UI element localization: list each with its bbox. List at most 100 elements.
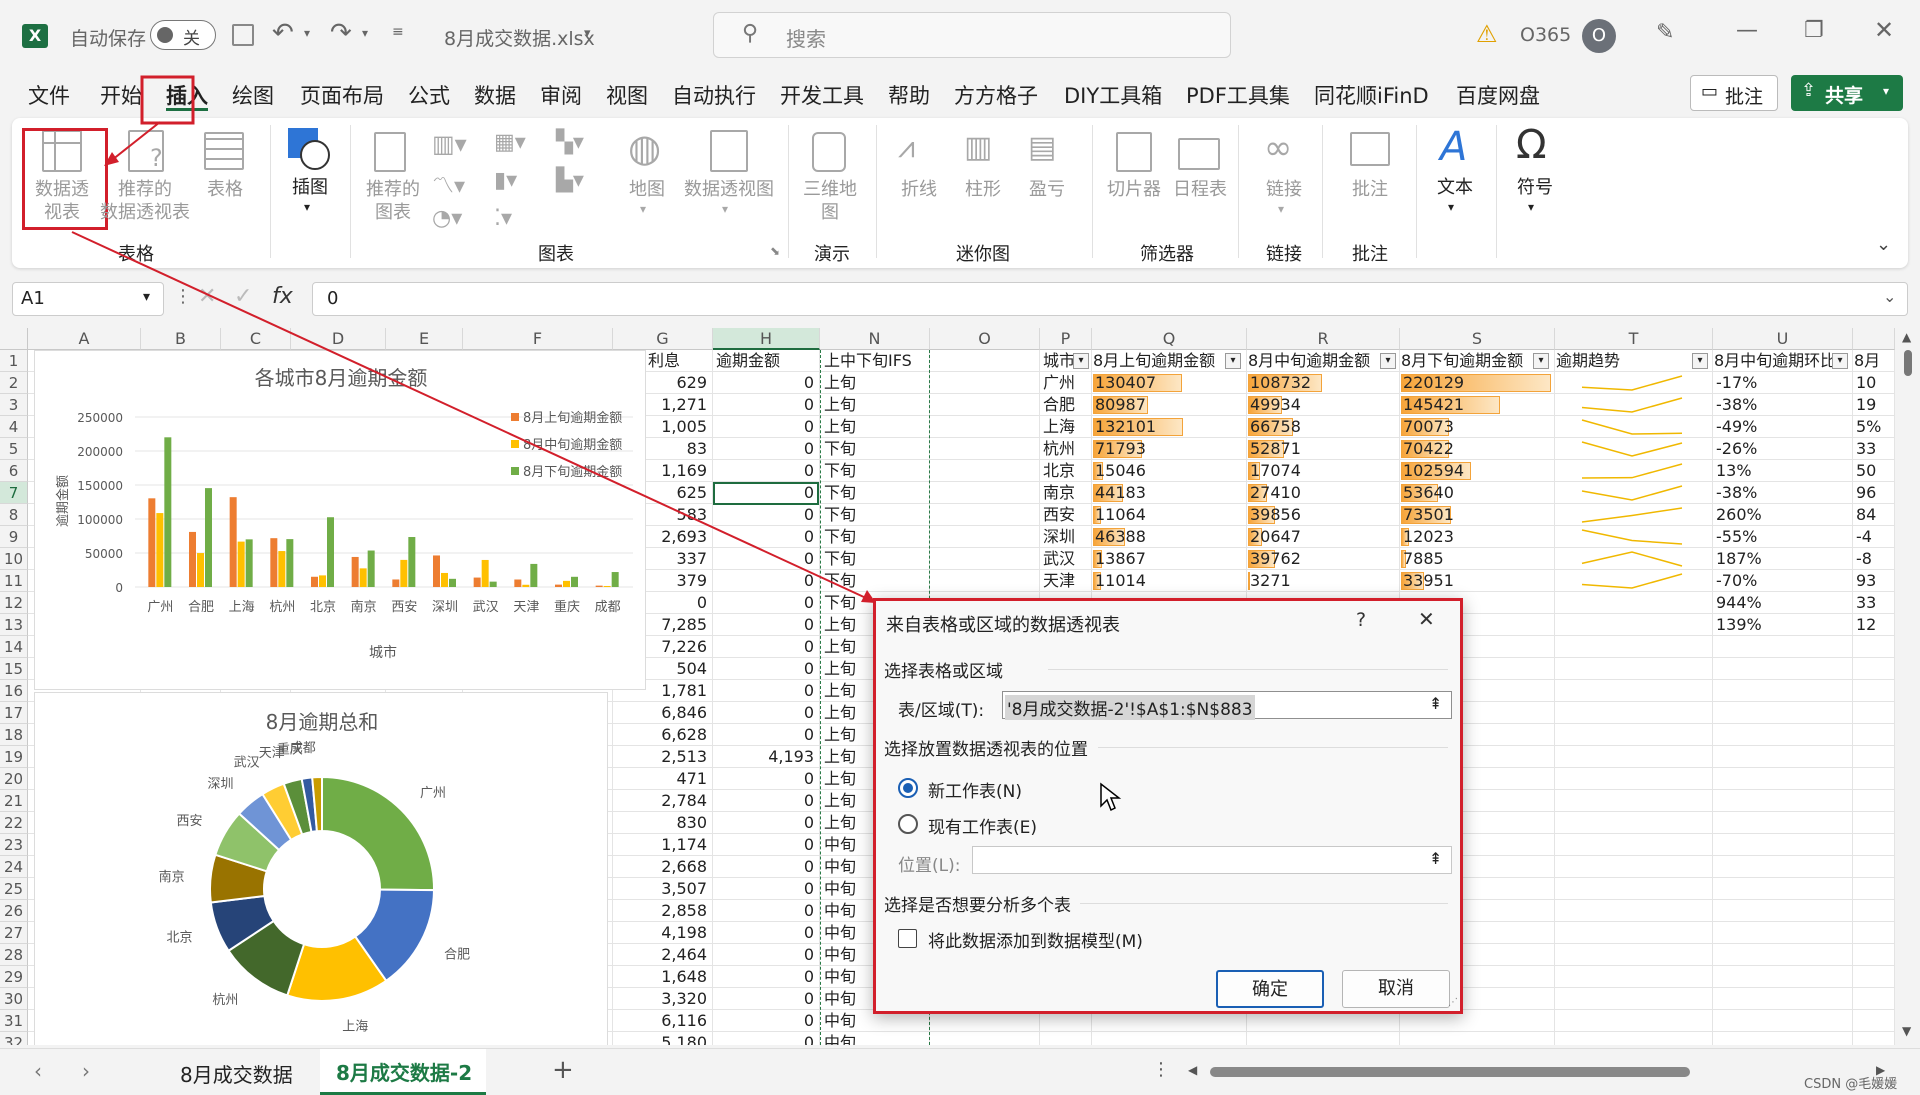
overdue-cell[interactable]: 0 — [713, 438, 817, 460]
amount-cell[interactable]: 12023 — [1403, 526, 1548, 548]
interest-cell[interactable]: 1,169 — [648, 460, 710, 482]
ratio-cell[interactable]: 13% — [1716, 460, 1846, 482]
interest-cell[interactable]: 0 — [648, 592, 710, 614]
menu-data[interactable]: 数据 — [474, 80, 516, 110]
recommended-pivot-button[interactable]: ? 推荐的 数据透视表 — [100, 128, 190, 228]
filter-dropdown-icon[interactable]: ▾ — [1533, 353, 1549, 369]
row-header[interactable]: 18 — [0, 724, 28, 746]
overdue-cell[interactable]: 0 — [713, 592, 817, 614]
amount-cell[interactable]: 71793 — [1095, 438, 1240, 460]
row-header[interactable]: 5 — [0, 438, 28, 460]
new-worksheet-radio[interactable] — [898, 778, 918, 798]
undo-icon[interactable]: ↶ — [272, 18, 294, 48]
overdue-cell[interactable]: 0 — [713, 900, 817, 922]
restore-icon[interactable]: ❐ — [1804, 18, 1824, 43]
interest-cell[interactable]: 6,116 — [648, 1010, 710, 1032]
scatter-chart-icon[interactable]: ⁚▾ — [494, 206, 512, 231]
range-collapse-icon[interactable]: ⇞ — [1429, 694, 1442, 713]
amount-cell[interactable]: 130407 — [1095, 372, 1240, 394]
filter-dropdown-icon[interactable]: ▾ — [1692, 353, 1708, 369]
existing-worksheet-label[interactable]: 现有工作表(E) — [928, 813, 1037, 838]
next-ratio-cell[interactable]: 19 — [1856, 394, 1894, 416]
pivot-chart-button[interactable]: 数据透视图 ▾ — [680, 128, 778, 228]
column-header[interactable]: P — [1040, 328, 1092, 350]
search-box[interactable]: ⚲ 搜索 — [713, 12, 1231, 58]
filename[interactable]: 8月成交数据.xlsx — [444, 24, 595, 51]
row-header[interactable]: 11 — [0, 570, 28, 592]
confirm-entry-icon[interactable]: ✓ — [234, 284, 252, 309]
pie-chart-icon[interactable]: ◔▾ — [432, 206, 462, 231]
pen-icon[interactable]: ✎ — [1656, 20, 1674, 45]
amount-cell[interactable]: 102594 — [1403, 460, 1548, 482]
ratio-cell[interactable]: -70% — [1716, 570, 1846, 592]
column-header[interactable]: T — [1555, 328, 1713, 350]
row-header[interactable]: 1 — [0, 350, 28, 372]
interest-cell[interactable]: 7,285 — [648, 614, 710, 636]
pie-chart[interactable]: 8月逾期总和 广州 合肥 上海 杭州 北京 南京 西安 深圳 武汉 天津 重庆 成都 — [34, 692, 608, 1045]
scroll-left-icon[interactable]: ◀ — [1188, 1063, 1197, 1077]
row-header[interactable]: 30 — [0, 988, 28, 1010]
slicer-button[interactable]: 切片器 — [1104, 128, 1164, 208]
filter-dropdown-icon[interactable]: ▾ — [1380, 353, 1396, 369]
minimize-icon[interactable]: — — [1736, 18, 1758, 43]
location-collapse-icon[interactable]: ⇞ — [1429, 849, 1442, 868]
filter-dropdown-icon[interactable]: ▾ — [1225, 353, 1241, 369]
amount-cell[interactable]: 52871 — [1250, 438, 1395, 460]
summary-header-cell[interactable]: 8月 — [1854, 350, 1894, 372]
menu-help[interactable]: 帮助 — [888, 80, 930, 110]
column-header[interactable]: Q — [1092, 328, 1247, 350]
ratio-cell[interactable]: 944% — [1716, 592, 1846, 614]
overdue-cell[interactable]: 0 — [713, 460, 817, 482]
overdue-cell[interactable]: 0 — [713, 856, 817, 878]
interest-cell[interactable]: 625 — [648, 482, 710, 504]
recommended-charts-button[interactable]: 推荐的 图表 — [362, 128, 424, 228]
row-header[interactable]: 20 — [0, 768, 28, 790]
ratio-cell[interactable]: -55% — [1716, 526, 1846, 548]
row-header[interactable]: 24 — [0, 856, 28, 878]
autosave-toggle[interactable]: 关 — [150, 20, 216, 50]
row-header[interactable]: 31 — [0, 1010, 28, 1032]
column-header[interactable]: N — [820, 328, 930, 350]
city-cell[interactable]: 深圳 — [1043, 526, 1091, 548]
row-header[interactable]: 29 — [0, 966, 28, 988]
interest-cell[interactable]: 471 — [648, 768, 710, 790]
row-header[interactable]: 28 — [0, 944, 28, 966]
overdue-cell[interactable]: 0 — [713, 944, 817, 966]
next-ratio-cell[interactable]: 5% — [1856, 416, 1894, 438]
column-header[interactable]: E — [386, 328, 463, 350]
overdue-cell[interactable]: 0 — [713, 988, 817, 1010]
interest-cell[interactable]: 583 — [648, 504, 710, 526]
interest-cell[interactable]: 7,226 — [648, 636, 710, 658]
overdue-cell[interactable]: 0 — [713, 790, 817, 812]
next-ratio-cell[interactable]: 50 — [1856, 460, 1894, 482]
select-all-corner[interactable] — [0, 328, 28, 350]
comments-button[interactable]: ▭ 批注 — [1690, 75, 1778, 111]
link-button[interactable]: ∞ 链接 ▾ — [1258, 128, 1310, 228]
row-header[interactable]: 15 — [0, 658, 28, 680]
row-header[interactable]: 7 — [0, 482, 28, 504]
amount-cell[interactable]: 46388 — [1095, 526, 1240, 548]
tab-options-icon[interactable]: ⋮ — [1152, 1059, 1170, 1080]
amount-cell[interactable]: 33951 — [1403, 570, 1548, 592]
amount-cell[interactable]: 49934 — [1250, 394, 1395, 416]
overdue-cell[interactable]: 0 — [713, 812, 817, 834]
interest-cell[interactable]: 1,648 — [648, 966, 710, 988]
overdue-cell[interactable]: 0 — [713, 702, 817, 724]
overdue-cell[interactable]: 0 — [713, 372, 817, 394]
city-cell[interactable]: 杭州 — [1043, 438, 1091, 460]
menu-review[interactable]: 审阅 — [540, 80, 582, 110]
interest-cell[interactable]: 2,693 — [648, 526, 710, 548]
interest-cell[interactable]: 3,320 — [648, 988, 710, 1010]
interest-cell[interactable]: 6,628 — [648, 724, 710, 746]
data-model-checkbox[interactable] — [898, 929, 917, 948]
amount-cell[interactable]: 145421 — [1403, 394, 1548, 416]
combo-chart-icon[interactable]: ▙▾ — [556, 168, 584, 193]
row-header[interactable]: 27 — [0, 922, 28, 944]
cancel-entry-icon[interactable]: ✕ — [198, 284, 216, 309]
overdue-cell[interactable]: 0 — [713, 922, 817, 944]
menu-automate[interactable]: 自动执行 — [672, 80, 756, 110]
overdue-cell[interactable]: 0 — [713, 834, 817, 856]
ratio-cell[interactable]: -38% — [1716, 482, 1846, 504]
overdue-cell[interactable]: 0 — [713, 878, 817, 900]
amount-cell[interactable]: 39856 — [1250, 504, 1395, 526]
